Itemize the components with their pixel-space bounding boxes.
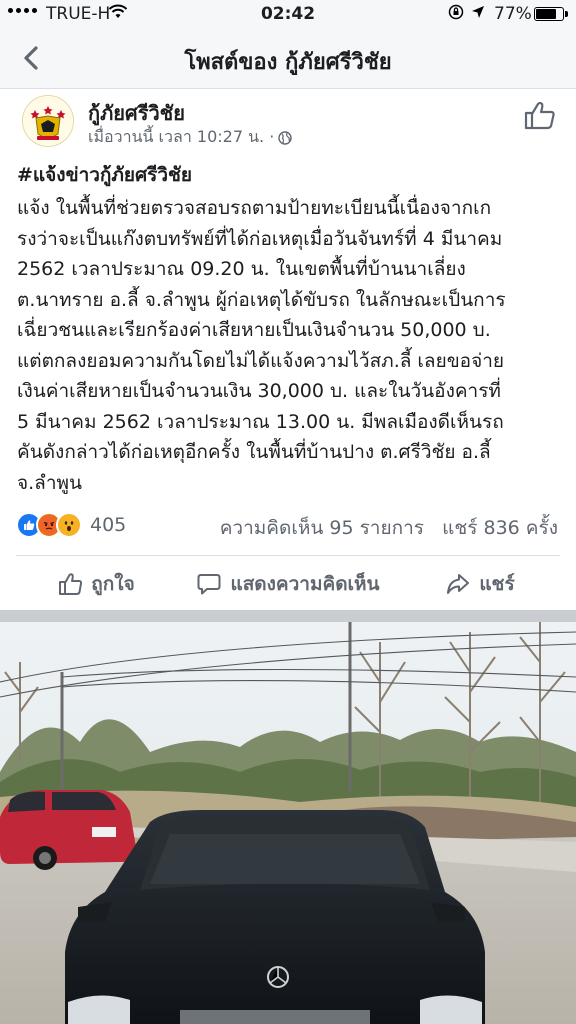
feed-separator [0, 610, 576, 622]
post-hashtag[interactable]: #แจ้งข่าวกู้ภัยศรีวิชัย [17, 160, 192, 190]
like-button-label: ถูกใจ [91, 573, 135, 595]
comment-icon [197, 574, 221, 595]
share-icon [447, 574, 470, 594]
location-arrow-icon [470, 4, 486, 24]
post-meta: เมื่อวานนี้ เวลา 10:27 น. · [88, 125, 292, 150]
globe-icon [278, 130, 292, 145]
page-title: โพสต์ของ กู้ภัยศรีวิชัย [184, 50, 392, 75]
page-avatar[interactable] [22, 95, 74, 147]
navigation-bar: โพสต์ของ กู้ภัยศรีวิชัย [0, 30, 576, 89]
battery-percent: 77% [494, 4, 532, 24]
orientation-lock-icon [448, 4, 464, 24]
wow-reaction-icon [56, 512, 82, 538]
share-count-link[interactable]: แชร์ 836 ครั้ง [442, 517, 558, 539]
post-photo[interactable] [0, 622, 576, 1024]
like-button[interactable]: ถูกใจ [0, 562, 192, 606]
comment-button[interactable]: แสดงความคิดเห็น [192, 562, 384, 606]
post-actions-bar: ถูกใจ แสดงความคิดเห็น แชร์ [0, 562, 576, 606]
like-thumb-icon[interactable] [522, 100, 556, 130]
clock: 02:42 [260, 4, 316, 24]
comment-count-link[interactable]: ความคิดเห็น 95 รายการ [220, 517, 424, 539]
post-timestamp: เมื่อวานนี้ เวลา 10:27 น. · [88, 127, 275, 146]
post-body-text: แจ้ง ในพื้นที่ช่วยตรวจสอบรถตามป้ายทะเบีย… [17, 197, 506, 494]
post-stats: ความคิดเห็น 95 รายการ แชร์ 836 ครั้ง [220, 513, 558, 543]
share-button-label: แชร์ [479, 573, 515, 595]
battery-icon [534, 7, 568, 21]
comment-button-label: แสดงความคิดเห็น [230, 573, 380, 595]
share-button[interactable]: แชร์ [384, 562, 576, 606]
status-bar: TRUE-H 02:42 77% [0, 0, 576, 30]
like-icon [59, 573, 83, 595]
divider [16, 555, 560, 556]
reaction-count: 405 [90, 514, 127, 536]
reaction-summary[interactable]: 405 [16, 511, 126, 539]
